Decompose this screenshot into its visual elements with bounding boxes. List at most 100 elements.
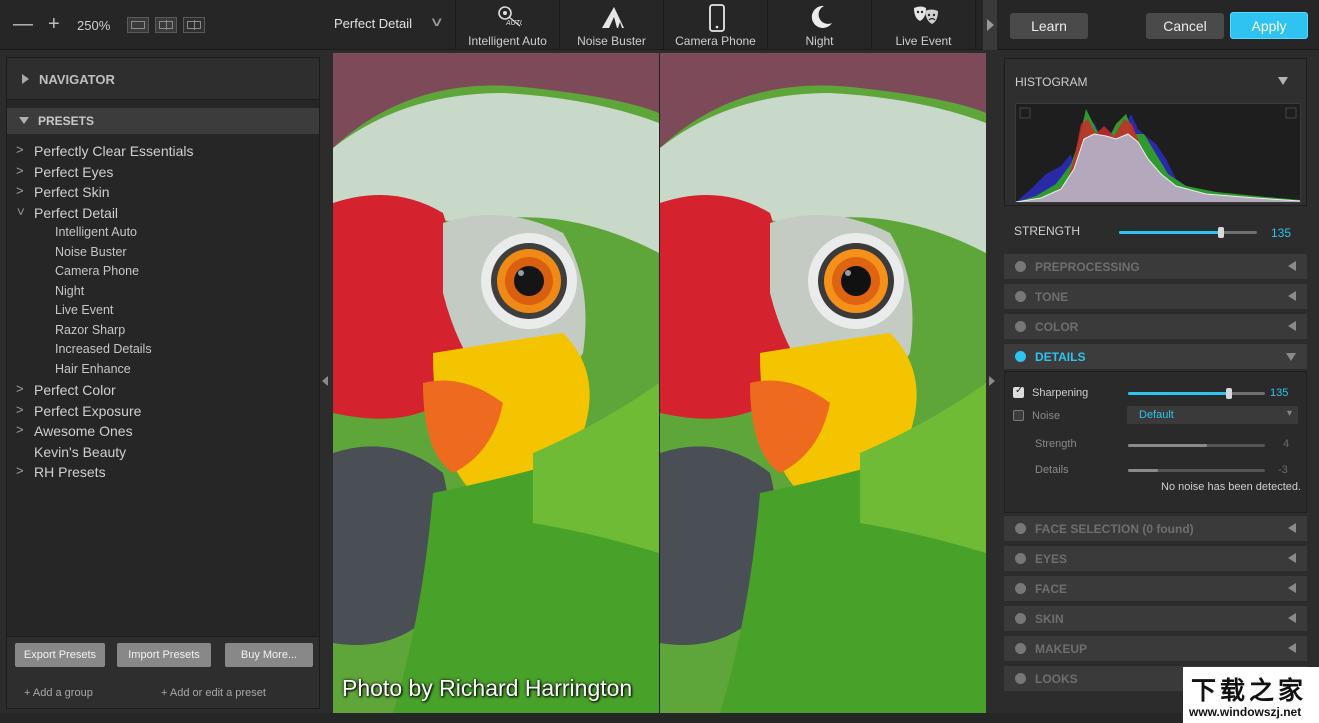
strength-slider[interactable] — [1119, 227, 1257, 238]
details-panel: Sharpening 135 Noise Default ▾ Strength … — [1004, 371, 1307, 513]
preset-item[interactable]: Night — [55, 284, 84, 300]
split-view-icon[interactable] — [183, 17, 205, 33]
preset-item[interactable]: Intelligent Auto — [55, 225, 137, 241]
preset-dropdown[interactable]: Perfect Detail ∨ — [324, 0, 456, 50]
section-toggle-dot[interactable] — [1015, 613, 1026, 624]
preset-item[interactable]: Noise Buster — [55, 245, 127, 261]
quick-preset-camera-phone[interactable]: Camera Phone — [664, 0, 768, 50]
expand-arrow-icon — [1288, 613, 1296, 623]
preset-item[interactable]: Increased Details — [55, 342, 152, 358]
app-window: — + 250% Perfect Detail ∨ AUTO Intellige… — [0, 0, 1319, 723]
moon-icon — [811, 5, 832, 28]
section-preprocessing[interactable]: PREPROCESSING — [1004, 254, 1307, 279]
single-view-icon[interactable] — [127, 17, 149, 33]
noise-details-slider-fill — [1128, 469, 1159, 472]
expand-arrow-icon — [1288, 261, 1296, 271]
navigator-title: NAVIGATOR — [39, 72, 115, 87]
after-image[interactable] — [660, 53, 986, 713]
section-face[interactable]: FACE — [1004, 576, 1307, 601]
intelligent-auto-icon: AUTO — [498, 6, 522, 27]
noise-strength-slider[interactable] — [1128, 444, 1265, 447]
cancel-button[interactable]: Cancel — [1146, 13, 1224, 39]
buy-more-button[interactable]: Buy More... — [225, 643, 313, 667]
quick-preset-label: Camera Phone — [675, 34, 756, 48]
section-face-selection[interactable]: FACE SELECTION (0 found) — [1004, 516, 1307, 541]
export-presets-button[interactable]: Export Presets — [15, 643, 105, 667]
section-toggle-dot[interactable] — [1015, 553, 1026, 564]
noise-strength-label: Strength — [1035, 438, 1077, 450]
import-presets-button[interactable]: Import Presets — [117, 643, 211, 667]
noise-mode-value: Default — [1139, 409, 1174, 421]
top-toolbar: — + 250% Perfect Detail ∨ AUTO Intellige… — [0, 0, 1319, 50]
section-makeup[interactable]: MAKEUP — [1004, 636, 1307, 661]
collapse-left-panel-icon[interactable] — [322, 376, 328, 386]
presets-header[interactable]: PRESETS — [7, 108, 319, 134]
section-tone[interactable]: TONE — [1004, 284, 1307, 309]
sharpening-checkbox[interactable] — [1013, 385, 1024, 398]
sharpening-slider[interactable] — [1128, 388, 1265, 399]
collapse-arrow-icon[interactable] — [1278, 77, 1288, 85]
preset-item[interactable]: Live Event — [55, 303, 113, 319]
photo-credit: Photo by Richard Harrington — [342, 675, 633, 701]
collapse-arrow-icon — [19, 117, 29, 124]
more-presets-arrow[interactable] — [983, 0, 997, 50]
collapse-right-panel-icon[interactable] — [989, 376, 995, 386]
noise-details-slider[interactable] — [1128, 469, 1265, 472]
noise-strength-value: 4 — [1283, 438, 1290, 450]
chevron-right-icon: > — [16, 183, 24, 198]
zoom-in-button[interactable]: + — [48, 14, 60, 34]
learn-button[interactable]: Learn — [1010, 13, 1088, 39]
section-toggle-dot[interactable] — [1015, 291, 1026, 302]
section-toggle-dot[interactable] — [1015, 523, 1026, 534]
section-eyes[interactable]: EYES — [1004, 546, 1307, 571]
histogram-graph — [1015, 103, 1301, 203]
preset-item[interactable]: Hair Enhance — [55, 362, 131, 378]
chevron-right-icon: > — [16, 402, 24, 417]
quick-preset-night[interactable]: Night — [768, 0, 872, 50]
watermark-chars: 下载之家 — [1191, 676, 1308, 705]
collapse-arrow-icon — [1286, 353, 1296, 361]
preset-actions: Export Presets Import Presets Buy More..… — [7, 636, 319, 708]
split-divider[interactable] — [659, 53, 660, 713]
noise-status-message: No noise has been detected. — [1161, 481, 1302, 493]
section-skin[interactable]: SKIN — [1004, 606, 1307, 631]
navigator-header[interactable]: NAVIGATOR — [7, 58, 319, 100]
expand-arrow-icon — [1288, 553, 1296, 563]
chevron-down-icon: ∨ — [429, 14, 445, 29]
quick-preset-label: Noise Buster — [577, 34, 646, 48]
bottom-strip — [0, 713, 1319, 723]
preset-item[interactable]: Camera Phone — [55, 264, 139, 280]
sharpening-slider-handle[interactable] — [1226, 388, 1233, 399]
side-by-side-view-icon[interactable] — [155, 17, 177, 33]
quick-preset-intelligent-auto[interactable]: AUTO Intelligent Auto — [456, 0, 560, 50]
section-color[interactable]: COLOR — [1004, 314, 1307, 339]
section-toggle-dot[interactable] — [1015, 673, 1026, 684]
section-toggle-dot[interactable] — [1015, 321, 1026, 332]
expand-arrow-icon — [1288, 643, 1296, 653]
before-image[interactable] — [333, 53, 659, 713]
quick-preset-live-event[interactable]: Live Event — [872, 0, 976, 50]
quick-preset-label: Intelligent Auto — [468, 34, 547, 48]
chevron-right-icon: > — [16, 422, 24, 437]
quick-preset-noise-buster[interactable]: Noise Buster — [560, 0, 664, 50]
chevron-right-icon: > — [16, 163, 24, 178]
quick-preset-label: Night — [805, 34, 834, 48]
noise-checkbox[interactable] — [1013, 410, 1024, 421]
theater-masks-icon — [914, 6, 938, 24]
chevron-right-icon — [987, 19, 994, 31]
section-toggle-dot[interactable] — [1015, 643, 1026, 654]
section-details[interactable]: DETAILS — [1004, 344, 1307, 369]
zoom-out-button[interactable]: — — [13, 14, 33, 34]
section-toggle-dot[interactable] — [1015, 261, 1026, 272]
sharpening-value: 135 — [1270, 387, 1289, 399]
zoom-level[interactable]: 250% — [77, 18, 110, 33]
strength-slider-handle[interactable] — [1218, 227, 1225, 238]
section-toggle-dot[interactable] — [1015, 583, 1026, 594]
expand-arrow-icon — [1288, 321, 1296, 331]
add-group-link[interactable]: + Add a group — [24, 687, 93, 699]
preset-item[interactable]: Razor Sharp — [55, 323, 125, 339]
noise-mode-select[interactable]: Default ▾ — [1127, 406, 1298, 424]
apply-button[interactable]: Apply — [1230, 12, 1308, 39]
section-toggle-dot[interactable] — [1015, 351, 1026, 362]
add-preset-link[interactable]: + Add or edit a preset — [161, 687, 266, 699]
